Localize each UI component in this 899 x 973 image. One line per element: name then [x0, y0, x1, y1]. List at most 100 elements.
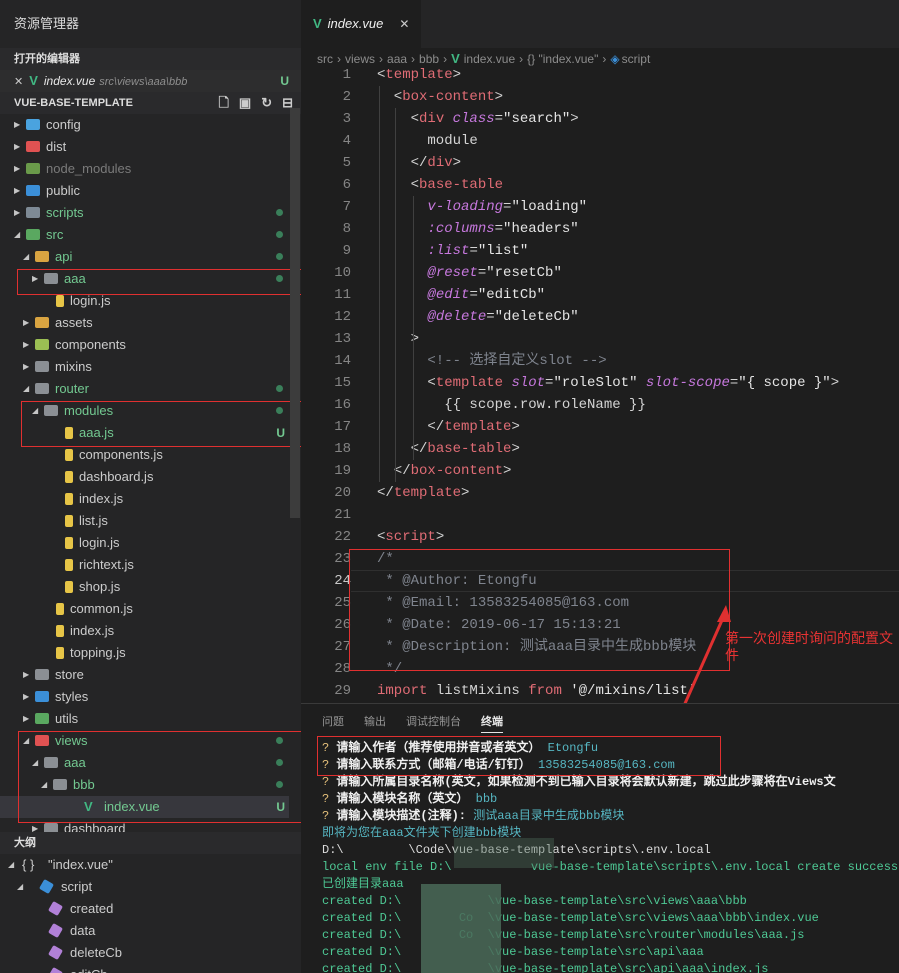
chevron-down-icon[interactable]: ◢ [14, 224, 24, 246]
chevron-right-icon[interactable]: ▶ [14, 180, 24, 202]
code-token: v-loading [427, 199, 504, 215]
code-token: > [570, 111, 579, 127]
folder-item[interactable]: ▶ config [0, 114, 289, 136]
panel-tab[interactable]: 问题 [322, 713, 344, 729]
folder-item[interactable]: ▶ assets [0, 312, 289, 334]
close-icon[interactable]: ✕ [14, 76, 23, 88]
folder-item[interactable]: ▶ store [0, 664, 289, 686]
code-token: </ [377, 485, 394, 501]
refresh-icon[interactable]: ↻ [261, 92, 272, 114]
outline-item[interactable]: editCb [0, 964, 301, 973]
code-line: <template> [377, 64, 461, 86]
folder-item[interactable]: ▶ styles [0, 686, 289, 708]
panel-tab[interactable]: 调试控制台 [406, 713, 461, 729]
code-token: > [452, 67, 462, 83]
chevron-down-icon[interactable]: ◢ [23, 378, 33, 400]
file-item[interactable]: index.js [0, 620, 289, 642]
module-icon [38, 878, 55, 895]
outline-header[interactable]: 大纲 [0, 832, 301, 854]
folder-item[interactable]: ◢ router [0, 378, 289, 400]
file-item[interactable]: index.js [0, 488, 289, 510]
code-token: <!-- 选择自定义slot --> [377, 353, 607, 369]
folder-icon [26, 163, 40, 174]
breadcrumb-item[interactable]: {} "index.vue" [527, 52, 598, 66]
file-item[interactable]: richtext.js [0, 554, 289, 576]
chevron-right-icon[interactable]: ▶ [14, 114, 24, 136]
chevron-right-icon[interactable]: ▶ [14, 158, 24, 180]
line-number: 19 [334, 463, 351, 479]
panel-tab[interactable]: 终端 [481, 713, 503, 733]
close-icon[interactable]: ✕ [399, 17, 409, 31]
file-item[interactable]: list.js [0, 510, 289, 532]
annotation-box-tree [18, 731, 301, 823]
folder-item[interactable]: ▶ components [0, 334, 289, 356]
tree-item-label: assets [55, 315, 93, 330]
code-token: > [511, 419, 520, 435]
folder-icon [26, 207, 40, 218]
chevron-right-icon[interactable]: ▶ [23, 312, 33, 334]
chevron-right-icon[interactable]: ▶ [23, 686, 33, 708]
outline-item[interactable]: deleteCb [0, 942, 301, 964]
line-number: 11 [334, 287, 351, 303]
file-item[interactable]: dashboard.js [0, 466, 289, 488]
sidebar-scrollbar[interactable] [290, 108, 300, 518]
open-editor-item[interactable]: ✕ Vindex.vue src\views\aaa\bbb U [0, 70, 301, 92]
bottom-panel: 问题 输出 调试控制台 终端 ? 请输入作者（推荐使用拼音或者英文） Etongfu?… [301, 703, 899, 973]
terminal-line: ? 请输入模块描述(注释): 测试aaa目录中生成bbb模块 [322, 808, 624, 825]
new-file-icon[interactable]: 🗋 [218, 92, 228, 114]
chevron-right-icon[interactable]: ▶ [23, 664, 33, 686]
code-token: "search" [503, 111, 571, 127]
line-number: 9 [342, 243, 351, 259]
tree-item-label: dashboard.js [79, 469, 154, 484]
chevron-right-icon[interactable]: ▶ [14, 202, 24, 224]
code-token: import [377, 683, 436, 699]
tree-item-label: index.js [70, 623, 115, 638]
chevron-down-icon[interactable]: ◢ [23, 246, 33, 268]
new-folder-icon[interactable]: ▣ [239, 92, 251, 114]
folder-item[interactable]: ▶ mixins [0, 356, 289, 378]
code-token: box-content [410, 463, 504, 479]
folder-item[interactable]: ▶ node_modules [0, 158, 289, 180]
chevron-down-icon[interactable]: ◢ [17, 876, 23, 898]
line-number: 12 [334, 309, 351, 325]
outline-item-label: script [61, 879, 93, 894]
breadcrumb-item[interactable]: index.vue [464, 52, 515, 66]
code-token: "list" [477, 243, 529, 259]
folder-item[interactable]: ▶ scripts [0, 202, 289, 224]
outline-item[interactable]: data [0, 920, 301, 942]
line-number: 22 [334, 529, 351, 545]
editor-tab[interactable]: Vindex.vue ✕ [301, 0, 421, 48]
chevron-down-icon[interactable]: ◢ [8, 854, 14, 876]
line-number: 10 [334, 265, 351, 281]
folder-item[interactable]: ▶ utils [0, 708, 289, 730]
folder-item[interactable]: ▶ dist [0, 136, 289, 158]
folder-item[interactable]: ◢ src [0, 224, 289, 246]
file-item[interactable]: topping.js [0, 642, 289, 664]
code-line: <box-content> [377, 86, 503, 108]
outline-item[interactable]: ◢ script [0, 876, 301, 898]
panel-tab[interactable]: 输出 [364, 713, 386, 729]
folder-item[interactable]: ▶ public [0, 180, 289, 202]
folder-item[interactable]: ◢ api [0, 246, 289, 268]
file-item[interactable]: common.js [0, 598, 289, 620]
chevron-right-icon[interactable]: ▶ [23, 356, 33, 378]
outline-item-label: created [70, 901, 114, 916]
code-line: {{ scope.row.roleName }} [377, 394, 646, 416]
outline-item[interactable]: ◢ { } "index.vue" [0, 854, 301, 876]
outline-item-label: data [70, 923, 96, 938]
file-item[interactable]: login.js [0, 532, 289, 554]
tree-item-label: src [46, 227, 64, 242]
chevron-right-icon[interactable]: ▶ [23, 334, 33, 356]
file-item[interactable]: shop.js [0, 576, 289, 598]
project-header[interactable]: VUE-BASE-TEMPLATE 🗋 ▣ ↻ ⊟ [0, 92, 301, 114]
chevron-right-icon[interactable]: ▶ [14, 136, 24, 158]
code-token: "roleSlot" [553, 375, 646, 391]
file-item[interactable]: components.js [0, 444, 289, 466]
open-editors-header[interactable]: 打开的编辑器 [0, 48, 301, 70]
breadcrumb-item[interactable]: script [622, 52, 651, 66]
code-line: <!-- 选择自定义slot --> [377, 350, 607, 372]
outline-item[interactable]: created [0, 898, 301, 920]
chevron-right-icon[interactable]: ▶ [23, 708, 33, 730]
